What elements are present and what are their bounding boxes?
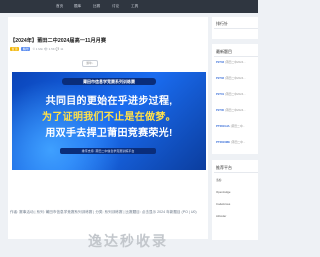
pinned-badge: 置顶 [10, 47, 20, 51]
divider [214, 56, 258, 57]
watermark-text: 逸达秒收录 [88, 233, 168, 249]
problem-link[interactable]: PT0811HA[莆田二中... [216, 124, 245, 128]
banner-header: 莆田市信息学竞赛系列训练赛 [62, 78, 156, 85]
nav-contests[interactable]: 比赛 [93, 4, 100, 9]
nav-home[interactable]: 首页 [56, 4, 63, 9]
article-title[interactable]: 【2024年】莆田二中2024届高一11月月赛 [10, 37, 106, 44]
comment-count: 💬 11 [55, 47, 64, 51]
read-time: © 1 Min [32, 47, 44, 51]
banner-slogan-line1: 共同目的更始在乎进步过程, [45, 96, 173, 107]
divider [214, 172, 258, 173]
collapse-button[interactable]: 题单 ↓ [82, 60, 98, 67]
platform-link[interactable]: OpenJudge [216, 190, 230, 194]
featured-badge: 精华 [21, 47, 31, 51]
problem-link[interactable]: P2703[莆田二中2024... [216, 60, 246, 64]
banner-footer: 排序支持: 莆田二中信息学竞赛训练平台 [60, 148, 156, 154]
divider [214, 28, 258, 29]
banner-slogan-line2: 为了证明我们不止是在做梦。 [42, 112, 176, 123]
problem-link[interactable]: P2701[莆田二中2024... [216, 92, 246, 96]
article-meta: 置顶 精华 © 1 Min 👁 1.5K 💬 11 [10, 47, 63, 51]
problem-link[interactable]: P2702[莆田二中2024... [216, 76, 246, 80]
nav-problems[interactable]: 题库 [74, 4, 81, 9]
platform-link[interactable]: 洛谷 [216, 178, 222, 182]
top-nav-bar [0, 0, 258, 13]
contest-banner: 莆田市信息学竞赛系列训练赛 共同目的更始在乎进步过程, 为了证明我们不止是在做梦… [12, 72, 206, 170]
nav-discuss[interactable]: 讨论 [112, 4, 119, 9]
problem-link[interactable]: PT0810ME[莆田二中... [216, 140, 245, 144]
recommended-platforms-title: 推荐平台 [216, 165, 232, 170]
nav-tools[interactable]: 工具 [131, 4, 138, 9]
platform-link[interactable]: AtCoder [216, 214, 226, 218]
ranking-title: 排行针 [216, 21, 228, 26]
article-footer-links[interactable]: 作者: 赛事活动 | 系列: 莆田市信息学竞赛系列训练赛 | 分类: 系列训练赛… [10, 210, 206, 216]
view-count: 👁 1.5K [43, 47, 55, 51]
problem-link[interactable]: P2700[莆田二中2024... [216, 108, 246, 112]
banner-slogan-line3: 用双手去捍卫莆田竞赛荣光! [45, 128, 173, 139]
recent-problems-title: 最新题目 [216, 49, 232, 54]
platform-link[interactable]: Codeforces [216, 202, 230, 206]
